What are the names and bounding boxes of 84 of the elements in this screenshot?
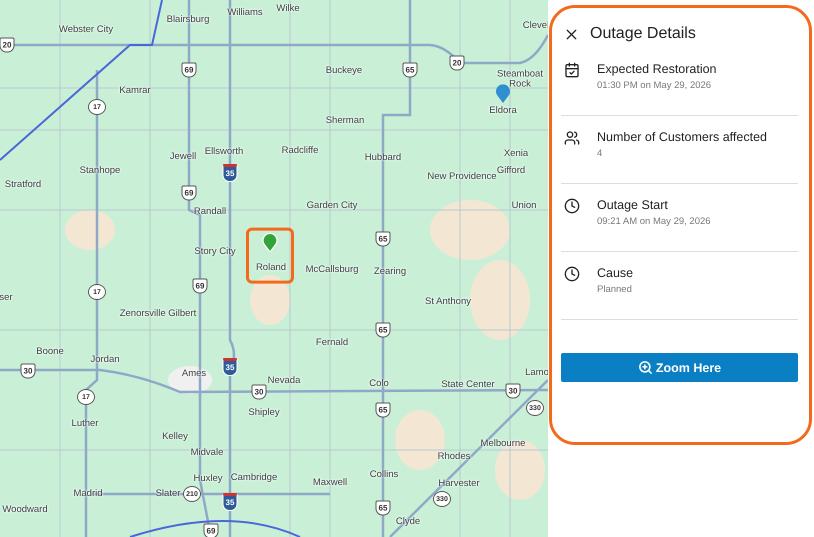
place-label: Hubbard — [364, 152, 402, 164]
clock-icon — [564, 266, 580, 282]
place-label: Radcliffe — [282, 146, 318, 156]
map-pin-icon[interactable] — [262, 232, 278, 252]
place-label: Melbourne — [480, 438, 526, 450]
highway-shield: 65 — [376, 322, 390, 338]
place-label: Williams — [227, 8, 263, 18]
detail-value: 01:30 PM on May 29, 2026 — [597, 80, 712, 91]
clock-icon — [564, 198, 580, 214]
place-label: Jordan — [90, 354, 120, 366]
place-label: Fernald — [316, 338, 348, 348]
place-label: Blairsburg — [166, 14, 210, 26]
detail-value: Planned — [597, 284, 633, 295]
place-label: Collins — [370, 470, 398, 480]
place-label: Maxwell — [312, 478, 348, 488]
place-label: Wilke — [276, 4, 300, 14]
place-label: Buckeye — [326, 66, 362, 76]
place-label: Steamboat Rock — [496, 70, 544, 90]
place-label: Randall — [194, 206, 226, 218]
highway-shield: 35 — [222, 493, 238, 511]
zoom-in-icon — [638, 360, 653, 375]
place-label: Xenia — [504, 148, 528, 160]
place-label: Harvester — [438, 478, 480, 490]
highway-shield: 69 — [192, 278, 208, 294]
highway-shield: 35 — [222, 358, 238, 376]
highway-shield: 65 — [402, 62, 418, 78]
detail-value: 09:21 AM on May 29, 2026 — [597, 216, 711, 227]
people-icon — [564, 130, 580, 146]
place-label: Madrid — [73, 488, 103, 500]
place-label: Kamrar — [119, 86, 151, 96]
place-label: Union — [512, 200, 536, 212]
detail-label: Cause — [597, 266, 634, 280]
place-label: Nevada — [268, 376, 300, 386]
place-label: Jewell — [170, 152, 196, 162]
highway-shield: 65 — [376, 402, 390, 418]
place-label: Stanhope — [80, 166, 120, 176]
detail-value: 4 — [597, 148, 604, 159]
place-label: Colo — [369, 378, 389, 390]
place-label: Roland — [256, 262, 286, 274]
calendar-icon — [564, 62, 580, 78]
place-label: Boone — [36, 346, 64, 358]
place-label: Zearing — [374, 266, 406, 278]
place-label: Woodward — [2, 504, 48, 516]
highway-shield: 30 — [20, 364, 36, 378]
zoom-button[interactable]: Zoom Here — [561, 353, 798, 382]
place-label: Ellsworth — [204, 146, 244, 158]
highway-shield: 35 — [222, 164, 238, 182]
place-label: Rhodes — [438, 452, 470, 462]
detail-label: Number of Customers affected — [597, 130, 767, 144]
place-label: Gifford — [496, 166, 526, 176]
highway-shield: 65 — [376, 500, 390, 516]
highway-shield: 30 — [506, 384, 520, 398]
highway-shield: 69 — [182, 186, 196, 200]
place-label: New Providence — [427, 172, 497, 182]
place-label: State Center — [441, 380, 495, 390]
place-label: St Anthony — [425, 296, 471, 308]
detail-label: Outage Start — [597, 198, 669, 212]
place-label: Slater — [156, 488, 180, 500]
panel-title: Outage Details — [590, 25, 696, 43]
highway-shield: 20 — [450, 56, 464, 70]
place-label: McCallsburg — [306, 264, 358, 276]
place-label: Huxley — [193, 474, 223, 484]
place-label: Stratford — [4, 180, 42, 190]
place-label: Eldora — [489, 106, 517, 116]
place-label: Kelley — [162, 432, 188, 442]
place-label: Midvale — [190, 448, 224, 458]
highway-shield: 20 — [0, 38, 14, 52]
highway-shield: 69 — [204, 524, 218, 537]
place-label: Clyde — [396, 516, 420, 528]
place-label: Sherman — [326, 116, 364, 126]
detail-label: Expected Restoration — [597, 62, 717, 76]
place-label: Webster City — [58, 24, 114, 36]
place-label: Ames — [182, 368, 206, 380]
place-label: Cambridge — [230, 472, 278, 484]
map-pin-icon[interactable] — [495, 83, 511, 103]
place-label: Shipley — [248, 408, 280, 418]
highway-shield: 69 — [182, 62, 196, 78]
place-label: Garden City — [306, 200, 358, 212]
place-label: ser — [0, 292, 13, 304]
highway-shield: 30 — [252, 384, 266, 400]
place-label: Luther — [72, 418, 98, 430]
highway-shield: 65 — [376, 232, 390, 246]
place-label: Zenorsville Gilbert — [120, 308, 196, 320]
place-label: Story City — [194, 246, 236, 258]
